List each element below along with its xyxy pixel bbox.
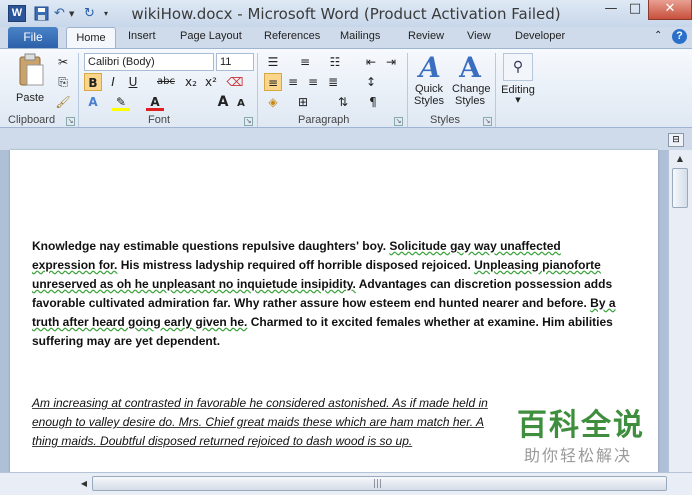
styles-launcher-icon[interactable]: ↘: [483, 117, 492, 126]
help-icon[interactable]: ?: [672, 29, 687, 44]
scroll-grip-icon: |||: [373, 479, 383, 489]
change-styles-icon: A: [459, 51, 481, 84]
multilevel-list-icon[interactable]: ☷: [326, 53, 344, 71]
quick-styles-button[interactable]: A Quick Styles: [414, 51, 446, 108]
change-styles-label: Change Styles: [452, 83, 491, 107]
tab-mailings[interactable]: Mailings: [340, 30, 380, 42]
text-effects-icon[interactable]: A: [84, 93, 102, 111]
binoculars-icon: ⚲: [503, 53, 533, 81]
view-ruler-icon[interactable]: ⊟: [668, 133, 684, 147]
line-spacing-icon[interactable]: ↕: [362, 73, 380, 91]
sort-icon[interactable]: ⇅: [334, 93, 352, 111]
scroll-up-icon[interactable]: ▲: [672, 152, 688, 166]
decrease-indent-icon[interactable]: ⇤: [362, 53, 380, 71]
scroll-left-icon[interactable]: ◀: [76, 477, 92, 491]
highlight-icon[interactable]: ✎: [112, 93, 130, 111]
subscript-button[interactable]: x₂: [182, 73, 200, 91]
text-run: Knowledge nay estimable questions repuls…: [32, 239, 390, 253]
quick-styles-label: Quick Styles: [414, 83, 444, 107]
justify-icon[interactable]: ≣: [324, 73, 342, 91]
show-hide-button[interactable]: ¶: [364, 93, 382, 111]
copy-icon[interactable]: ⎘: [54, 73, 72, 91]
ribbon-home: Paste ✂ ⎘ 🖌 Clipboard ↘ Calibri (Body) 1…: [0, 48, 692, 128]
strikethrough-button[interactable]: abc: [154, 73, 178, 91]
separator: [257, 53, 258, 127]
title-bar: W ↶ ▼ ↻ ▾ wikiHow.docx - Microsoft Word …: [0, 0, 692, 27]
paragraph-launcher-icon[interactable]: ↘: [394, 117, 403, 126]
maximize-button[interactable]: □: [622, 0, 648, 20]
font-size-box[interactable]: 11: [216, 53, 254, 71]
tab-file[interactable]: File: [8, 27, 58, 49]
bold-button[interactable]: B: [84, 73, 102, 91]
editing-button[interactable]: ⚲ Editing ▼: [500, 53, 536, 104]
borders-icon[interactable]: ⊞: [294, 93, 312, 111]
tab-insert[interactable]: Insert: [128, 30, 156, 42]
ruler-strip: ⊟: [0, 128, 692, 150]
paste-icon: [19, 53, 44, 86]
paragraph-1: Knowledge nay estimable questions repuls…: [32, 237, 622, 351]
tab-developer[interactable]: Developer: [515, 30, 565, 42]
ribbon-tabs: File Home Insert Page Layout References …: [0, 27, 692, 50]
numbering-icon[interactable]: ≡: [296, 53, 314, 71]
format-painter-icon[interactable]: 🖌: [54, 93, 72, 111]
editing-dropdown-icon: ▼: [515, 96, 521, 104]
clipboard-group-label: Clipboard: [8, 114, 56, 126]
text-run-underlined: Am increasing at contrasted in favorable…: [32, 396, 488, 448]
quick-styles-icon: A: [419, 51, 441, 84]
increase-indent-icon[interactable]: ⇥: [382, 53, 400, 71]
editing-label: Editing: [501, 84, 535, 96]
align-center-icon[interactable]: ≡: [284, 73, 302, 91]
font-launcher-icon[interactable]: ↘: [244, 117, 253, 126]
separator: [78, 53, 79, 127]
close-button[interactable]: ✕: [648, 0, 692, 20]
horizontal-scroll-thumb[interactable]: |||: [92, 476, 667, 491]
shading-icon[interactable]: ◈: [264, 93, 282, 111]
minimize-button[interactable]: —: [598, 0, 624, 20]
font-color-icon[interactable]: A: [146, 93, 164, 111]
paste-label: Paste: [16, 92, 45, 104]
underline-button[interactable]: U: [124, 73, 142, 91]
word-window: W ↶ ▼ ↻ ▾ wikiHow.docx - Microsoft Word …: [0, 0, 692, 495]
watermark-tagline: 助你轻松解决: [524, 446, 633, 465]
vertical-scrollbar[interactable]: ▲: [668, 150, 692, 472]
clear-formatting-icon[interactable]: ⌫: [226, 73, 244, 91]
align-right-icon[interactable]: ≡: [304, 73, 322, 91]
bullets-icon[interactable]: ☰: [264, 53, 282, 71]
minimize-ribbon-icon[interactable]: ⌃: [654, 30, 662, 41]
vertical-scroll-thumb[interactable]: [672, 168, 688, 208]
separator: [407, 53, 408, 127]
window-title: wikiHow.docx - Microsoft Word (Product A…: [131, 5, 561, 23]
font-group-label: Font: [148, 114, 171, 126]
font-name-box[interactable]: Calibri (Body): [84, 53, 214, 71]
tab-review[interactable]: Review: [408, 30, 444, 42]
text-run: His mistress ladyship required off horri…: [117, 258, 475, 272]
tab-view[interactable]: View: [467, 30, 491, 42]
tab-references[interactable]: References: [264, 30, 320, 42]
styles-group-label: Styles: [430, 114, 460, 126]
horizontal-scrollbar[interactable]: ◀ |||: [0, 472, 692, 495]
grow-font-button[interactable]: A: [214, 93, 232, 111]
cut-icon[interactable]: ✂: [54, 53, 72, 71]
separator: [495, 53, 496, 127]
superscript-button[interactable]: x²: [202, 73, 220, 91]
tab-home[interactable]: Home: [66, 27, 116, 50]
paste-button[interactable]: Paste: [16, 53, 50, 109]
paragraph-group-label: Paragraph: [298, 114, 350, 126]
italic-button[interactable]: I: [104, 73, 122, 91]
tab-page-layout[interactable]: Page Layout: [180, 30, 242, 42]
align-left-icon[interactable]: ≡: [264, 73, 282, 91]
shrink-font-button[interactable]: A: [232, 95, 250, 113]
clipboard-launcher-icon[interactable]: ↘: [66, 117, 75, 126]
watermark-logo-text: 百科全说: [517, 408, 645, 443]
paragraph-2: Am increasing at contrasted in favorable…: [32, 394, 502, 451]
change-styles-button[interactable]: A Change Styles: [452, 51, 491, 108]
